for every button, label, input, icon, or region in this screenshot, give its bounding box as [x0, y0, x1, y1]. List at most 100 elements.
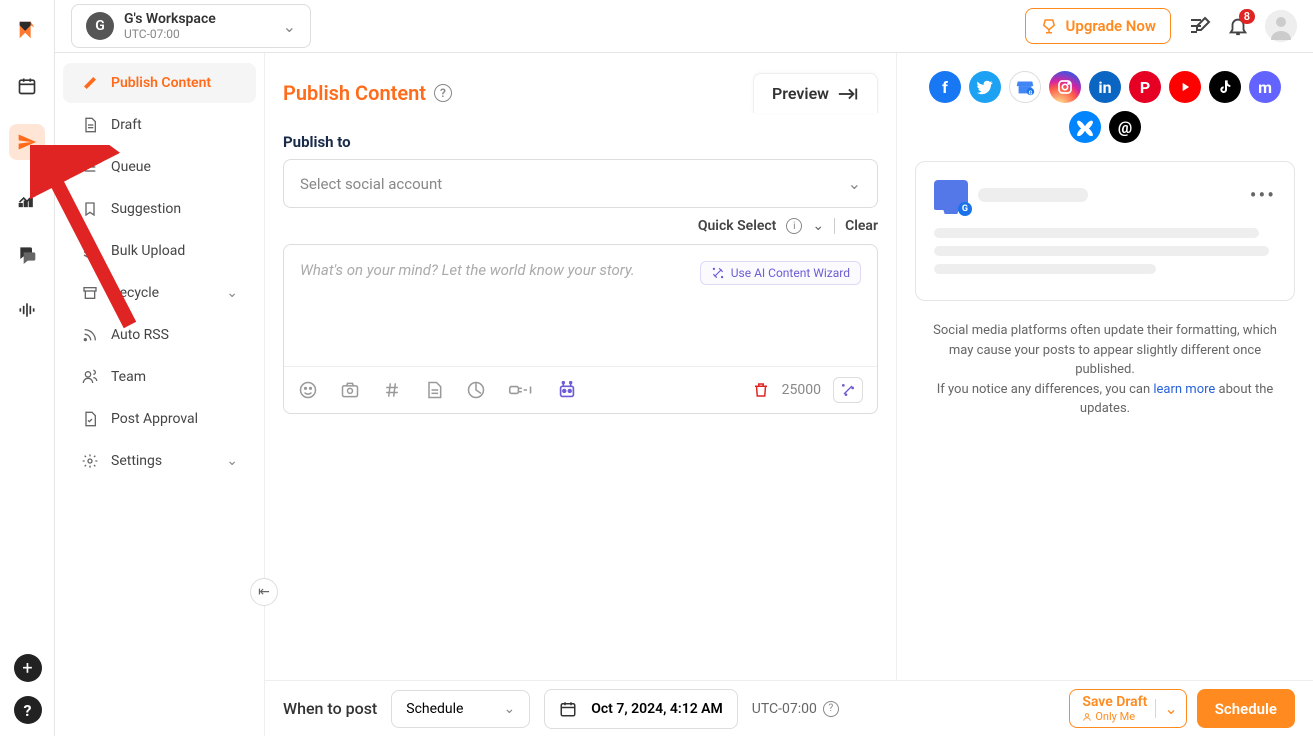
bookmark-icon	[81, 201, 99, 217]
help-tooltip-icon[interactable]: ?	[823, 701, 839, 717]
google-business-icon[interactable]: G	[1009, 71, 1041, 103]
chevron-down-icon[interactable]: ⌄	[812, 218, 824, 234]
sidebar-item-auto-rss[interactable]: Auto RSS	[63, 315, 256, 355]
composer-textarea[interactable]: What's on your mind? Let the world know …	[300, 261, 635, 279]
post-composer: What's on your mind? Let the world know …	[283, 244, 878, 414]
sidebar-label: Publish Content	[111, 75, 211, 91]
facebook-icon[interactable]: f	[929, 71, 961, 103]
ai-content-wizard-button[interactable]: Use AI Content Wizard	[700, 261, 861, 285]
quick-select-label: Quick Select	[698, 218, 777, 234]
robot-icon[interactable]	[556, 379, 578, 401]
schedule-bar: When to post Schedule ⌄ Oct 7, 2024, 4:1…	[265, 680, 1313, 736]
schedule-date-picker[interactable]: Oct 7, 2024, 4:12 AM	[544, 689, 738, 729]
plug-icon[interactable]	[508, 380, 534, 400]
left-rail: + ?	[0, 0, 55, 736]
sidebar-item-team[interactable]: Team	[63, 357, 256, 397]
engage-icon[interactable]	[9, 236, 45, 272]
sidebar-label: Suggestion	[111, 201, 181, 217]
help-tooltip-icon[interactable]: ?	[434, 84, 452, 102]
linkedin-icon[interactable]: in	[1089, 71, 1121, 103]
chevron-down-icon[interactable]: ⌄	[1155, 699, 1177, 718]
compose-icon[interactable]	[1187, 14, 1211, 38]
info-icon[interactable]: i	[786, 218, 802, 234]
select-account-placeholder: Select social account	[300, 175, 442, 193]
threads-icon[interactable]: @	[1109, 111, 1141, 143]
twitter-icon[interactable]	[969, 71, 1001, 103]
user-avatar[interactable]	[1265, 10, 1297, 42]
sidebar-item-recycle[interactable]: Recycle ⌄	[63, 273, 256, 313]
more-icon[interactable]: •••	[1250, 183, 1276, 207]
chevron-down-icon: ⌄	[283, 17, 296, 36]
tiktok-icon[interactable]	[1209, 71, 1241, 103]
workspace-selector[interactable]: G G's Workspace UTC-07:00 ⌄	[71, 4, 311, 48]
sidebar-label: Team	[111, 369, 146, 385]
schedule-date-value: Oct 7, 2024, 4:12 AM	[591, 701, 723, 717]
mastodon-icon[interactable]: m	[1249, 71, 1281, 103]
sidebar-label: Post Approval	[111, 411, 198, 427]
post-preview-card: •••	[915, 161, 1295, 301]
camera-icon[interactable]	[340, 380, 360, 400]
emoji-icon[interactable]	[298, 380, 318, 400]
schedule-mode-select[interactable]: Schedule ⌄	[391, 690, 530, 728]
schedule-button[interactable]: Schedule	[1197, 689, 1295, 728]
archive-icon	[81, 285, 99, 301]
chart-icon[interactable]	[466, 380, 486, 400]
hashtag-icon[interactable]	[382, 380, 402, 400]
skeleton-name	[978, 188, 1088, 202]
preview-panel: f G in P m @ ••• Social media platforms …	[897, 53, 1313, 680]
analytics-icon[interactable]	[9, 180, 45, 216]
divider	[834, 218, 835, 234]
template-icon[interactable]	[424, 380, 444, 400]
sidebar-item-bulk-upload[interactable]: Bulk Upload	[63, 231, 256, 271]
sidebar-label: Recycle	[111, 285, 159, 301]
sidebar-item-post-approval[interactable]: Post Approval	[63, 399, 256, 439]
gear-icon	[81, 453, 99, 469]
help-icon[interactable]: ?	[14, 696, 42, 724]
workspace-name: G's Workspace	[124, 11, 216, 27]
save-draft-label: Save Draft	[1082, 694, 1147, 710]
chevron-down-icon: ⌄	[848, 174, 861, 193]
character-count: 25000	[782, 382, 821, 398]
pinterest-icon[interactable]: P	[1129, 71, 1161, 103]
audio-icon[interactable]	[9, 292, 45, 328]
notification-badge: 8	[1239, 9, 1255, 24]
ai-wizard-label: Use AI Content Wizard	[731, 266, 850, 280]
magic-wand-icon[interactable]	[833, 377, 863, 403]
add-icon[interactable]: +	[14, 654, 42, 682]
instagram-icon[interactable]	[1049, 71, 1081, 103]
timezone-label: UTC-07:00 ?	[752, 701, 839, 717]
sidebar-label: Draft	[111, 117, 142, 133]
publish-to-label: Publish to	[265, 123, 896, 159]
save-draft-button[interactable]: Save Draft Only Me ⌄	[1069, 689, 1186, 728]
logo-icon[interactable]	[9, 12, 45, 48]
sidebar-item-publish-content[interactable]: Publish Content	[63, 63, 256, 103]
save-draft-visibility: Only Me	[1082, 710, 1147, 723]
youtube-icon[interactable]	[1169, 71, 1201, 103]
preview-toggle[interactable]: Preview	[753, 73, 878, 113]
trash-icon[interactable]	[752, 381, 770, 399]
skeleton-line	[934, 228, 1259, 238]
workspace-avatar: G	[86, 12, 114, 40]
skeleton-line	[934, 246, 1269, 256]
upgrade-button[interactable]: Upgrade Now	[1025, 8, 1171, 44]
sidebar-label: Queue	[111, 159, 151, 175]
clear-button[interactable]: Clear	[845, 218, 878, 234]
schedule-mode-value: Schedule	[406, 701, 463, 717]
calendar-icon[interactable]	[9, 68, 45, 104]
google-business-preview-icon	[934, 180, 968, 210]
sidebar-item-suggestion[interactable]: Suggestion	[63, 189, 256, 229]
publish-nav-icon[interactable]	[9, 124, 45, 160]
preview-label: Preview	[772, 84, 829, 103]
bluesky-icon[interactable]	[1069, 111, 1101, 143]
upgrade-label: Upgrade Now	[1066, 17, 1156, 35]
select-account-dropdown[interactable]: Select social account ⌄	[283, 159, 878, 208]
sidebar-item-settings[interactable]: Settings ⌄	[63, 441, 256, 481]
learn-more-link[interactable]: learn more	[1153, 382, 1215, 397]
main-content: Publish Content ? Preview Publish to Sel…	[265, 53, 897, 736]
sidebar-item-queue[interactable]: Queue	[63, 147, 256, 187]
top-bar: G G's Workspace UTC-07:00 ⌄ Upgrade Now …	[55, 0, 1313, 53]
sidebar-item-draft[interactable]: Draft	[63, 105, 256, 145]
sidebar-label: Auto RSS	[111, 327, 169, 343]
social-platform-row: f G in P m @	[925, 71, 1285, 143]
notifications-button[interactable]: 8	[1227, 15, 1249, 37]
